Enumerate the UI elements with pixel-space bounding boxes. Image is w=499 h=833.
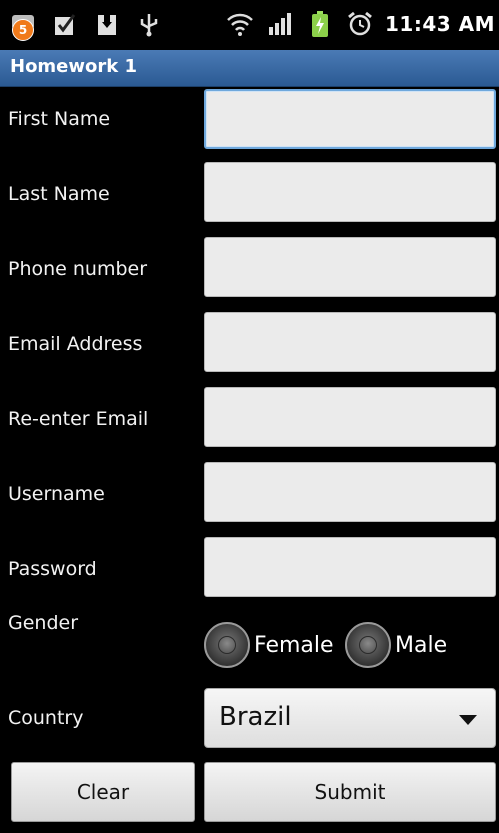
email-label: Email Address (8, 333, 143, 355)
battery-charging-icon (305, 9, 335, 39)
password-label: Password (8, 558, 97, 580)
country-label: Country (8, 707, 84, 729)
reenter-email-input[interactable] (204, 387, 496, 447)
country-selected-value: Brazil (219, 702, 292, 732)
status-bar: 5 11:43 AM (0, 0, 499, 48)
phone-label: Phone number (8, 258, 148, 280)
radio-button-icon[interactable] (204, 622, 250, 668)
username-input[interactable] (204, 462, 496, 522)
reenter-email-label: Re-enter Email (8, 408, 149, 430)
dropdown-arrow-icon (459, 715, 477, 725)
download-icon (92, 9, 122, 39)
email-input[interactable] (204, 312, 496, 372)
notification-icon[interactable]: 5 (8, 9, 38, 41)
usb-icon (134, 9, 164, 39)
country-spinner[interactable]: Brazil (204, 688, 496, 748)
clear-button[interactable]: Clear (11, 762, 195, 822)
password-input[interactable] (204, 537, 496, 597)
alarm-icon (345, 9, 375, 39)
first-name-label: First Name (8, 108, 111, 130)
signal-icon (265, 9, 295, 39)
checkbox-icon (50, 9, 80, 39)
gender-male-radio[interactable]: Male (345, 620, 447, 670)
last-name-input[interactable] (204, 162, 496, 222)
username-label: Username (8, 483, 105, 505)
wifi-icon (225, 9, 255, 39)
radio-button-icon[interactable] (345, 622, 391, 668)
submit-button[interactable]: Submit (204, 762, 496, 822)
app-title: Homework 1 (10, 56, 138, 77)
title-bar: Homework 1 (0, 50, 499, 87)
notification-count-badge: 5 (12, 19, 34, 41)
gender-male-label: Male (395, 632, 448, 658)
screen: 5 11:43 AM Homework 1 First Name Last Na… (0, 0, 499, 833)
last-name-label: Last Name (8, 183, 110, 205)
gender-female-radio[interactable]: Female (204, 620, 334, 670)
gender-female-label: Female (254, 632, 334, 658)
gender-label: Gender (8, 612, 79, 634)
status-time: 11:43 AM (384, 12, 495, 36)
first-name-input[interactable] (204, 89, 496, 149)
phone-input[interactable] (204, 237, 496, 297)
